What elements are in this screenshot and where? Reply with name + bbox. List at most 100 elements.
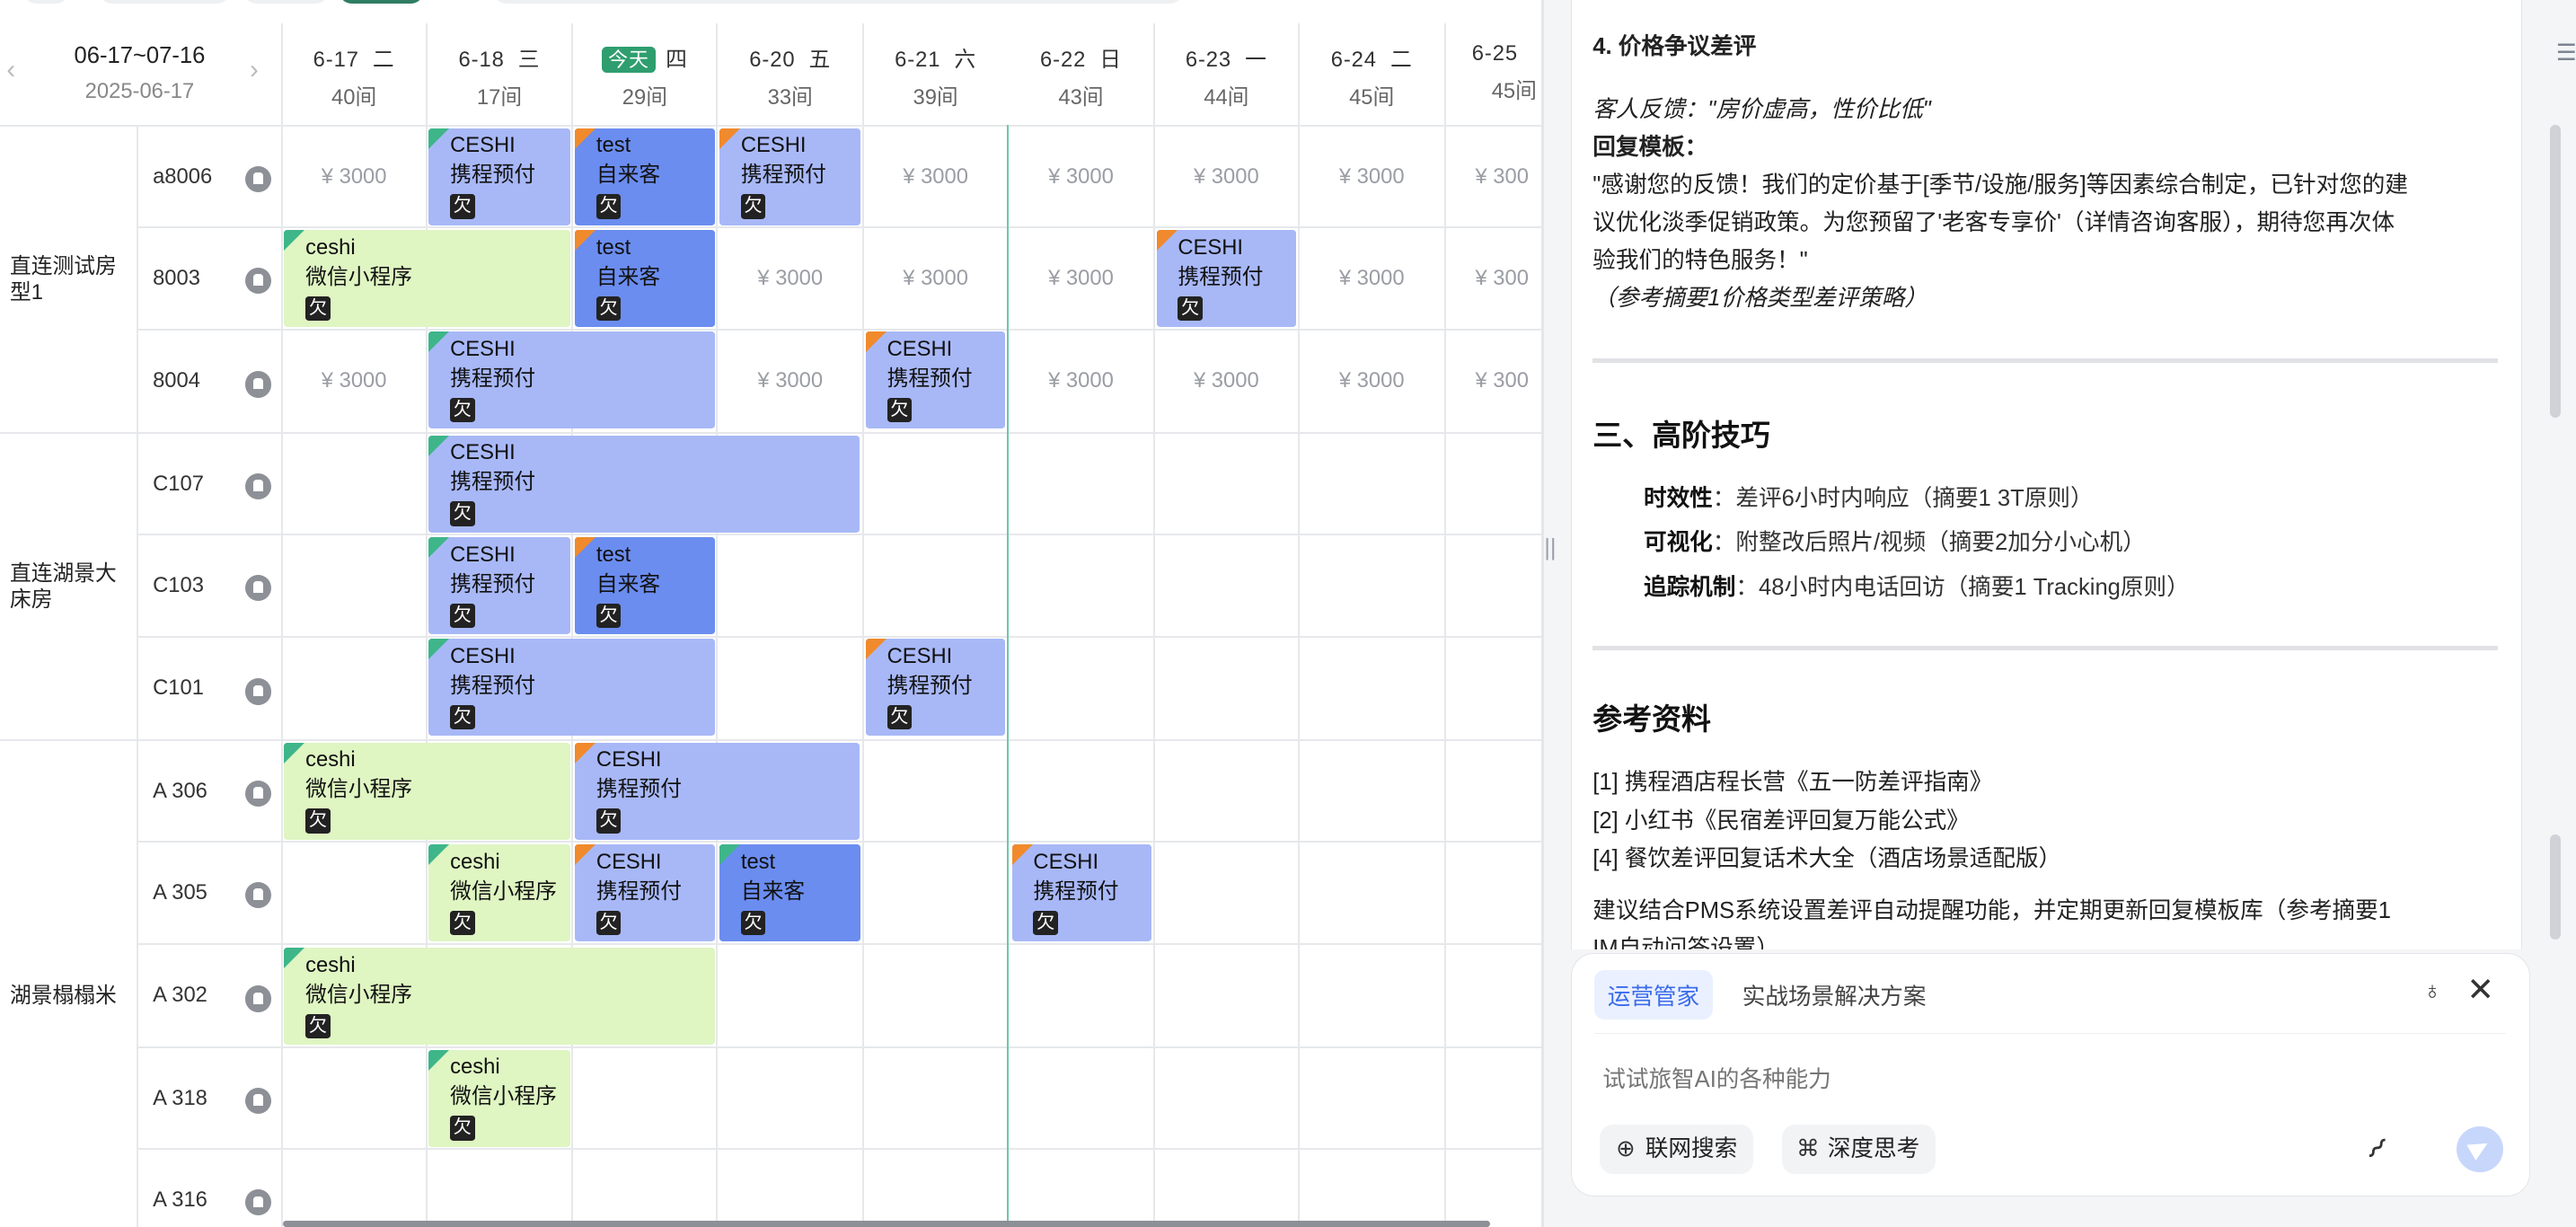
booking-block[interactable]: CESHI 携程预付 欠 xyxy=(428,537,570,634)
day-header[interactable]: 6-18 三 17间 xyxy=(428,23,572,125)
price-cell[interactable]: ¥ 3000 xyxy=(1009,266,1153,291)
booking-block[interactable]: test 自来客 欠 xyxy=(575,128,715,225)
room-status-icon[interactable] xyxy=(244,472,271,499)
booking-channel: 微信小程序 xyxy=(450,878,557,904)
reference-item[interactable]: [2] 小红书《民宿差评回复万能公式》 xyxy=(1592,802,1969,840)
tip-text: ：48小时内电话回访（摘要1 Tracking原则） xyxy=(1735,574,2190,600)
booking-corner-mark xyxy=(1011,844,1033,865)
price-cell[interactable]: ¥ 3000 xyxy=(1009,368,1153,393)
day-header-today[interactable]: 今天四 29间 xyxy=(573,23,716,125)
room-status-icon[interactable] xyxy=(244,780,271,808)
booking-block[interactable]: CESHI 携程预付 欠 xyxy=(428,639,715,737)
vertical-scrollbar-thumb[interactable] xyxy=(2549,834,2562,940)
list-icon[interactable]: ☰ xyxy=(2556,40,2576,66)
room-status-icon[interactable] xyxy=(244,882,271,909)
price-cell[interactable]: ¥ 3000 xyxy=(283,368,426,393)
attachment-icon[interactable]: ⌇ xyxy=(2360,1131,2395,1166)
day-header[interactable]: 6-24 二 45间 xyxy=(1300,23,1444,125)
price-cell[interactable]: ¥ 3000 xyxy=(1300,266,1444,291)
tag-ops-manager[interactable]: 运营管家 xyxy=(1594,970,1713,1020)
room-number[interactable]: 8003 xyxy=(153,266,200,291)
room-status-icon[interactable] xyxy=(244,1189,271,1216)
day-header[interactable]: 6-25 45间 xyxy=(1446,23,1545,125)
booking-corner-mark xyxy=(865,331,887,352)
room-status-icon[interactable] xyxy=(244,371,271,398)
booking-block[interactable]: test 自来客 欠 xyxy=(575,230,715,327)
reference-item[interactable]: [1] 携程酒店程长营《五一防差评指南》 xyxy=(1592,764,1992,801)
room-number[interactable]: A 306 xyxy=(153,779,207,804)
chat-input[interactable] xyxy=(1599,1065,2329,1095)
booking-block[interactable]: CESHI 携程预付 欠 xyxy=(865,639,1006,737)
send-button[interactable] xyxy=(2457,1125,2503,1173)
room-number[interactable]: C103 xyxy=(153,573,204,598)
room-number[interactable]: 8004 xyxy=(153,368,200,393)
deep-think-button[interactable]: ⌘ 深度思考 xyxy=(1781,1125,1936,1174)
booking-block[interactable]: CESHI 携程预付 欠 xyxy=(1156,230,1297,327)
booking-block[interactable]: ceshi 微信小程序 欠 xyxy=(284,948,715,1046)
room-status-icon[interactable] xyxy=(244,1087,271,1115)
tip-label: 追踪机制 xyxy=(1643,574,1736,600)
price-cell[interactable]: ¥ 3000 xyxy=(1300,368,1444,393)
day-header[interactable]: 6-21 六 39间 xyxy=(864,23,1007,125)
booking-block[interactable]: test 自来客 欠 xyxy=(719,844,861,941)
close-icon[interactable]: ✕ xyxy=(2466,973,2494,1007)
price-cell[interactable]: ¥ 3000 xyxy=(718,368,862,393)
price-cell[interactable]: ¥ 3000 xyxy=(1155,368,1298,393)
date-range[interactable]: 06-17~07-16 xyxy=(0,43,279,69)
room-status-icon[interactable] xyxy=(244,985,271,1012)
horizontal-scrollbar[interactable] xyxy=(282,1220,1490,1227)
booking-block[interactable]: CESHI 携程预付 欠 xyxy=(719,128,861,225)
booking-block[interactable]: CESHI 携程预付 欠 xyxy=(1011,844,1152,941)
room-number[interactable]: A 318 xyxy=(153,1086,207,1111)
day-header[interactable]: 6-23 一 44间 xyxy=(1155,23,1298,125)
web-search-button[interactable]: ⊕ 联网搜索 xyxy=(1599,1125,1754,1174)
booking-corner-mark xyxy=(1156,230,1178,251)
drag-handle-icon[interactable]: || xyxy=(1544,535,1556,561)
refs-title: 参考资料 xyxy=(1592,702,1711,737)
booking-block[interactable]: CESHI 携程预付 欠 xyxy=(575,742,860,840)
tag-scenario-solutions[interactable]: 实战场景解决方案 xyxy=(1742,978,1927,1011)
booking-block[interactable]: ceshi 微信小程序 欠 xyxy=(428,1049,570,1147)
next-arrow-icon[interactable]: › xyxy=(250,56,259,85)
booking-block[interactable]: ceshi 微信小程序 欠 xyxy=(284,742,570,840)
room-number[interactable]: C101 xyxy=(153,675,204,701)
booking-guest: CESHI xyxy=(887,337,953,362)
price-cell[interactable]: ¥ 3000 xyxy=(864,164,1007,190)
room-status-icon[interactable] xyxy=(244,678,271,705)
room-number[interactable]: A 316 xyxy=(153,1187,207,1213)
price-cell[interactable]: ¥ 3000 xyxy=(718,266,862,291)
booking-corner-mark xyxy=(428,537,450,558)
booking-block[interactable]: ceshi 微信小程序 欠 xyxy=(428,844,570,941)
room-number[interactable]: A 305 xyxy=(153,880,207,905)
room-number[interactable]: a8006 xyxy=(153,164,212,190)
booking-block[interactable]: CESHI 携程预付 欠 xyxy=(428,435,860,533)
room-status-icon[interactable] xyxy=(244,575,271,602)
room-status-icon[interactable] xyxy=(244,165,271,192)
room-number[interactable]: A 302 xyxy=(153,983,207,1008)
vertical-scrollbar-thumb[interactable] xyxy=(2549,125,2562,418)
price-cell[interactable]: ¥ 3000 xyxy=(1300,164,1444,190)
room-type-label: 直连测试房型1 xyxy=(9,253,117,305)
day-header[interactable]: 6-17 二 40间 xyxy=(283,23,426,125)
price-cell[interactable]: ¥ 3000 xyxy=(1155,164,1298,190)
day-header[interactable]: 6-20 五 33间 xyxy=(718,23,862,125)
room-number[interactable]: C107 xyxy=(153,472,204,497)
day-header[interactable]: 6-22 日 43间 xyxy=(1009,23,1153,125)
booking-block[interactable]: test 自来客 欠 xyxy=(575,537,715,634)
price-cell[interactable]: ¥ 300 xyxy=(1475,164,1528,190)
price-cell[interactable]: ¥ 3000 xyxy=(1009,164,1153,190)
booking-block[interactable]: CESHI 携程预付 欠 xyxy=(428,331,715,429)
booking-channel: 自来客 xyxy=(595,571,661,596)
price-cell[interactable]: ¥ 300 xyxy=(1475,368,1528,393)
price-cell[interactable]: ¥ 3000 xyxy=(283,164,426,190)
lightbulb-icon[interactable]: ♁ xyxy=(2417,976,2447,1006)
booking-block[interactable]: ceshi 微信小程序 欠 xyxy=(284,230,570,327)
price-cell[interactable]: ¥ 300 xyxy=(1475,266,1528,291)
booking-block[interactable]: CESHI 携程预付 欠 xyxy=(428,128,570,225)
booking-block[interactable]: CESHI 携程预付 欠 xyxy=(865,331,1006,429)
booking-block[interactable]: CESHI 携程预付 欠 xyxy=(575,844,715,941)
price-cell[interactable]: ¥ 3000 xyxy=(864,266,1007,291)
owe-badge: 欠 xyxy=(595,603,622,628)
reference-item[interactable]: [4] 餐饮差评回复话术大全（酒店场景适配版） xyxy=(1592,840,2061,878)
room-status-icon[interactable] xyxy=(244,268,271,295)
